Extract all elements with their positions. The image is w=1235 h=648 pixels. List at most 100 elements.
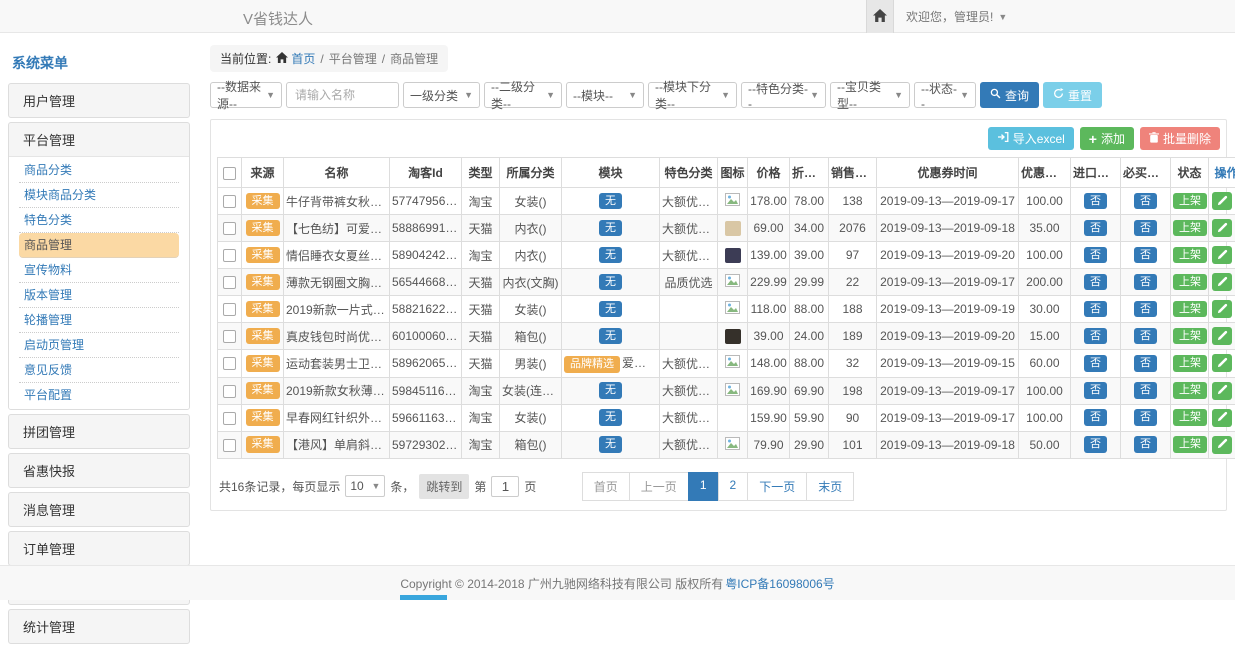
- filter-select-item-type[interactable]: --宝贝类型--▼: [830, 82, 910, 108]
- search-button[interactable]: 查询: [980, 82, 1039, 108]
- edit-button[interactable]: [1212, 273, 1232, 291]
- sidebar-item-carousel-management[interactable]: 轮播管理: [19, 308, 179, 333]
- filter-select-module-subcategory[interactable]: --模块下分类--▼: [648, 82, 737, 108]
- import-pick-toggle[interactable]: 否: [1084, 436, 1107, 453]
- sidebar-item-stats-management[interactable]: 统计管理: [9, 610, 189, 643]
- status-badge[interactable]: 上架: [1173, 274, 1207, 291]
- import-pick-toggle[interactable]: 否: [1084, 301, 1107, 318]
- page-button-1[interactable]: 1: [688, 472, 719, 501]
- module-none-badge[interactable]: 无: [599, 220, 622, 237]
- sidebar-item-platform-management[interactable]: 平台管理: [9, 123, 189, 156]
- status-badge[interactable]: 上架: [1173, 301, 1207, 318]
- breadcrumb-home-link[interactable]: 首页: [276, 50, 315, 67]
- edit-button[interactable]: [1212, 436, 1232, 454]
- next-page-button[interactable]: 下一页: [747, 472, 807, 501]
- sidebar-item-groupbuy-management[interactable]: 拼团管理: [9, 415, 189, 448]
- row-checkbox[interactable]: [223, 276, 236, 289]
- module-none-badge[interactable]: 无: [599, 382, 622, 399]
- must-buy-toggle[interactable]: 否: [1134, 409, 1157, 426]
- must-buy-toggle[interactable]: 否: [1134, 436, 1157, 453]
- filter-select-module[interactable]: --模块--▼: [566, 82, 644, 108]
- module-none-badge[interactable]: 无: [599, 328, 622, 345]
- row-checkbox[interactable]: [223, 195, 236, 208]
- icp-link[interactable]: 粤ICP备16098006号: [725, 575, 834, 592]
- row-checkbox[interactable]: [223, 385, 236, 398]
- module-none-badge[interactable]: 无: [599, 301, 622, 318]
- filter-select-data-source[interactable]: --数据来源--▼: [210, 82, 282, 108]
- module-none-badge[interactable]: 无: [599, 409, 622, 426]
- row-checkbox[interactable]: [223, 303, 236, 316]
- sidebar-item-feedback[interactable]: 意见反馈: [19, 358, 179, 383]
- status-badge[interactable]: 上架: [1173, 355, 1207, 372]
- must-buy-toggle[interactable]: 否: [1134, 301, 1157, 318]
- row-checkbox[interactable]: [223, 439, 236, 452]
- status-badge[interactable]: 上架: [1173, 328, 1207, 345]
- edit-button[interactable]: [1212, 246, 1232, 264]
- row-checkbox[interactable]: [223, 357, 236, 370]
- import-pick-toggle[interactable]: 否: [1084, 247, 1107, 264]
- module-none-badge[interactable]: 无: [599, 274, 622, 291]
- must-buy-toggle[interactable]: 否: [1134, 247, 1157, 264]
- module-none-badge[interactable]: 无: [599, 436, 622, 453]
- batch-delete-button[interactable]: 批量删除: [1140, 127, 1220, 150]
- row-checkbox[interactable]: [223, 412, 236, 425]
- edit-button[interactable]: [1212, 409, 1232, 427]
- module-none-badge[interactable]: 无: [599, 193, 622, 210]
- sidebar-item-splash-management[interactable]: 启动页管理: [19, 333, 179, 358]
- jump-button[interactable]: 跳转到: [419, 474, 469, 499]
- home-button[interactable]: [866, 0, 894, 33]
- last-page-button[interactable]: 末页: [806, 472, 854, 501]
- sidebar-item-user-management[interactable]: 用户管理: [9, 84, 189, 117]
- must-buy-toggle[interactable]: 否: [1134, 328, 1157, 345]
- import-pick-toggle[interactable]: 否: [1084, 382, 1107, 399]
- filter-select-status[interactable]: --状态--▼: [914, 82, 976, 108]
- import-pick-toggle[interactable]: 否: [1084, 193, 1107, 210]
- prev-page-button[interactable]: 上一页: [629, 472, 689, 501]
- row-checkbox[interactable]: [223, 249, 236, 262]
- sidebar-item-product-management[interactable]: 商品管理: [19, 233, 179, 258]
- import-pick-toggle[interactable]: 否: [1084, 274, 1107, 291]
- name-search-input[interactable]: [286, 82, 399, 108]
- import-pick-toggle[interactable]: 否: [1084, 328, 1107, 345]
- user-menu[interactable]: 欢迎您，管理员! ▼: [906, 8, 1007, 25]
- sidebar-item-promo-material[interactable]: 宣传物料: [19, 258, 179, 283]
- row-checkbox[interactable]: [223, 330, 236, 343]
- select-all-checkbox[interactable]: [223, 167, 236, 180]
- module-none-badge[interactable]: 无: [599, 247, 622, 264]
- status-badge[interactable]: 上架: [1173, 220, 1207, 237]
- import-excel-button[interactable]: 导入excel: [988, 127, 1074, 150]
- row-checkbox[interactable]: [223, 222, 236, 235]
- edit-button[interactable]: [1212, 327, 1232, 345]
- filter-select-feature-category[interactable]: --特色分类--▼: [741, 82, 826, 108]
- import-pick-toggle[interactable]: 否: [1084, 409, 1107, 426]
- sidebar-item-order-management[interactable]: 订单管理: [9, 532, 189, 565]
- sidebar-item-version-management[interactable]: 版本管理: [19, 283, 179, 308]
- sidebar-item-product-category[interactable]: 商品分类: [19, 158, 179, 183]
- sidebar-item-platform-config[interactable]: 平台配置: [19, 383, 179, 408]
- sidebar-item-savings-express[interactable]: 省惠快报: [9, 454, 189, 487]
- must-buy-toggle[interactable]: 否: [1134, 382, 1157, 399]
- add-button[interactable]: + 添加: [1080, 127, 1134, 150]
- breadcrumb-item-platform[interactable]: 平台管理: [329, 50, 377, 67]
- status-badge[interactable]: 上架: [1173, 193, 1207, 210]
- filter-select-level1-category[interactable]: 一级分类▼: [403, 82, 480, 108]
- edit-button[interactable]: [1212, 219, 1232, 237]
- edit-button[interactable]: [1212, 382, 1232, 400]
- per-page-select[interactable]: 10▼: [345, 475, 385, 497]
- sidebar-item-message-management[interactable]: 消息管理: [9, 493, 189, 526]
- must-buy-toggle[interactable]: 否: [1134, 355, 1157, 372]
- must-buy-toggle[interactable]: 否: [1134, 274, 1157, 291]
- import-pick-toggle[interactable]: 否: [1084, 220, 1107, 237]
- reset-button[interactable]: 重置: [1043, 82, 1102, 108]
- status-badge[interactable]: 上架: [1173, 409, 1207, 426]
- edit-button[interactable]: [1212, 354, 1232, 372]
- status-badge[interactable]: 上架: [1173, 247, 1207, 264]
- status-badge[interactable]: 上架: [1173, 382, 1207, 399]
- must-buy-toggle[interactable]: 否: [1134, 220, 1157, 237]
- sidebar-item-feature-category[interactable]: 特色分类: [19, 208, 179, 233]
- sidebar-item-module-product-category[interactable]: 模块商品分类: [19, 183, 179, 208]
- filter-select-level2-category[interactable]: --二级分类--▼: [484, 82, 562, 108]
- edit-button[interactable]: [1212, 192, 1232, 210]
- jump-page-input[interactable]: [491, 476, 519, 497]
- import-pick-toggle[interactable]: 否: [1084, 355, 1107, 372]
